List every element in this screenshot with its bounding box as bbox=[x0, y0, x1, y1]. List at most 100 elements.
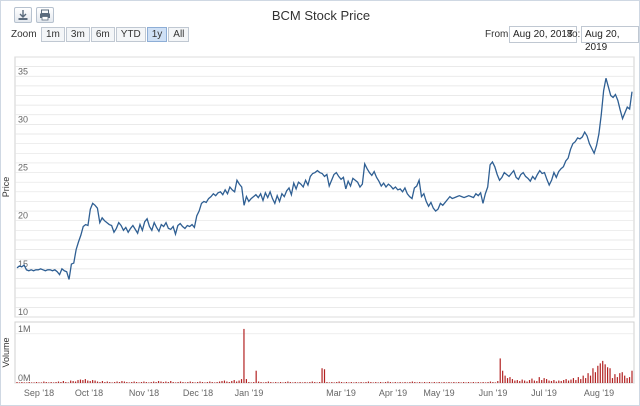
volume-bar bbox=[214, 382, 216, 383]
volume-bar bbox=[543, 378, 545, 383]
volume-bar bbox=[370, 382, 372, 383]
volume-bar bbox=[299, 382, 301, 383]
volume-bar bbox=[162, 382, 165, 383]
volume-bar bbox=[445, 382, 448, 383]
volume-bar bbox=[153, 381, 155, 383]
volume-bar bbox=[265, 382, 267, 383]
volume-bar bbox=[450, 382, 453, 383]
volume-bar bbox=[365, 382, 367, 383]
volume-bar bbox=[309, 382, 311, 383]
volume-bar bbox=[253, 382, 255, 383]
volume-bar bbox=[84, 379, 86, 383]
volume-bar bbox=[96, 381, 99, 383]
x-axis-tick-label: Oct '18 bbox=[75, 388, 103, 398]
volume-bar bbox=[436, 382, 438, 383]
zoom-button-ytd[interactable]: YTD bbox=[115, 27, 146, 42]
volume-bar bbox=[262, 382, 265, 383]
volume-bar bbox=[118, 382, 121, 383]
volume-bar bbox=[270, 382, 272, 383]
volume-bar bbox=[353, 382, 355, 383]
volume-bar bbox=[553, 380, 555, 383]
volume-bar bbox=[135, 382, 138, 383]
volume-bar bbox=[558, 380, 560, 383]
volume-bar bbox=[570, 379, 572, 383]
volume-bar bbox=[519, 381, 521, 383]
volume-bar bbox=[272, 382, 274, 383]
x-axis-tick-label: Apr '19 bbox=[379, 388, 407, 398]
volume-bar bbox=[414, 382, 416, 383]
volume-bar bbox=[423, 382, 426, 383]
volume-bar bbox=[226, 381, 228, 383]
volume-bar bbox=[55, 382, 57, 383]
volume-bar bbox=[321, 368, 323, 383]
volume-bar bbox=[277, 382, 279, 383]
volume-bar bbox=[582, 375, 584, 383]
volume-bar bbox=[494, 382, 496, 383]
volume-bar bbox=[297, 382, 299, 383]
volume-bar bbox=[358, 382, 360, 383]
volume-y-tick-label: 1M bbox=[18, 324, 31, 334]
x-axis-tick-label: Aug '19 bbox=[584, 388, 614, 398]
zoom-button-all[interactable]: All bbox=[168, 27, 190, 42]
price-y-tick-label: 30 bbox=[18, 114, 28, 124]
zoom-button-6m[interactable]: 6m bbox=[90, 27, 115, 42]
volume-bar bbox=[487, 382, 489, 383]
volume-bar bbox=[236, 381, 238, 383]
price-axis-title: Price bbox=[1, 177, 11, 198]
volume-bar bbox=[304, 382, 306, 383]
volume-bar bbox=[360, 382, 362, 383]
volume-bar bbox=[521, 379, 523, 383]
volume-bar bbox=[28, 382, 30, 383]
volume-bar bbox=[387, 381, 389, 383]
volume-bar bbox=[484, 382, 487, 383]
volume-bar bbox=[524, 380, 526, 383]
volume-bar bbox=[23, 382, 25, 383]
volume-y-tick-label: 0M bbox=[18, 373, 31, 383]
volume-bar bbox=[536, 381, 538, 383]
volume-bar bbox=[131, 382, 133, 383]
volume-bar bbox=[189, 381, 191, 383]
volume-bar bbox=[397, 382, 399, 383]
volume-bar bbox=[31, 382, 33, 383]
volume-bar bbox=[516, 380, 518, 383]
volume-bar bbox=[121, 381, 123, 383]
volume-bar bbox=[541, 380, 543, 383]
volume-bar bbox=[477, 382, 479, 383]
zoom-button-3m[interactable]: 3m bbox=[65, 27, 90, 42]
volume-bar bbox=[167, 382, 169, 383]
from-label: From: bbox=[485, 29, 512, 40]
volume-bar bbox=[150, 382, 152, 383]
zoom-label: Zoom bbox=[11, 29, 37, 40]
volume-bar bbox=[419, 382, 421, 383]
volume-bar bbox=[404, 382, 406, 383]
volume-bar bbox=[497, 381, 499, 383]
x-axis-tick-label: May '19 bbox=[423, 388, 454, 398]
zoom-button-1m[interactable]: 1m bbox=[41, 27, 65, 42]
zoom-button-1y[interactable]: 1y bbox=[146, 27, 168, 42]
volume-bar bbox=[338, 381, 340, 383]
volume-bar bbox=[218, 381, 221, 383]
volume-bar bbox=[165, 381, 167, 383]
x-axis-tick-label: Mar '19 bbox=[326, 388, 356, 398]
volume-bar bbox=[294, 382, 296, 383]
volume-bar bbox=[355, 382, 357, 383]
volume-bar bbox=[199, 381, 201, 383]
volume-bar bbox=[609, 368, 611, 383]
volume-bar bbox=[489, 381, 492, 383]
volume-bar bbox=[604, 364, 606, 383]
volume-bar bbox=[599, 363, 601, 383]
volume-bar bbox=[123, 381, 125, 383]
volume-bar bbox=[333, 382, 335, 383]
zoom-button-group: 1m 3m 6m YTD 1y All bbox=[41, 27, 190, 42]
volume-bar bbox=[243, 328, 245, 383]
to-date-input[interactable]: Aug 20, 2019 bbox=[581, 26, 639, 53]
volume-bar bbox=[433, 382, 435, 383]
volume-bar bbox=[301, 382, 304, 383]
volume-bar bbox=[538, 377, 540, 383]
volume-bar bbox=[177, 382, 179, 383]
volume-bar bbox=[279, 382, 282, 383]
volume-bar bbox=[101, 381, 104, 383]
volume-bar bbox=[94, 380, 96, 383]
volume-bar bbox=[621, 372, 623, 383]
to-label: To: bbox=[567, 29, 581, 40]
